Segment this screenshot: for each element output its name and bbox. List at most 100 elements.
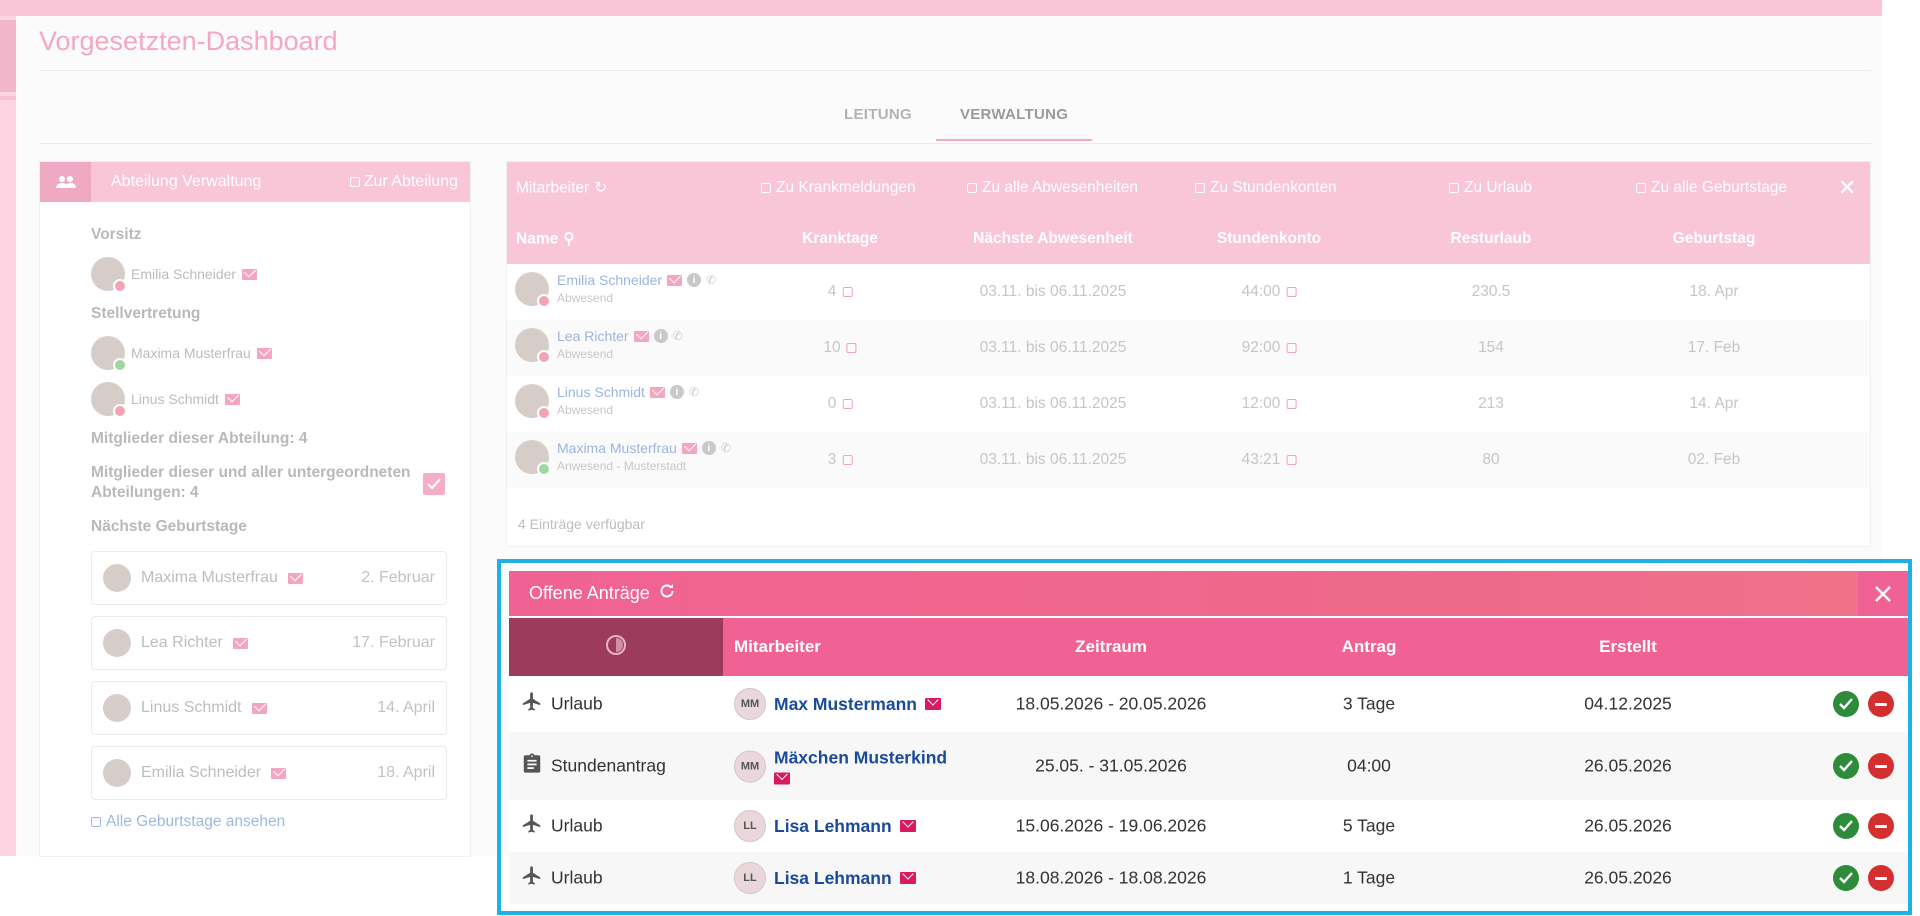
phone-icon[interactable]: ✆ bbox=[689, 385, 699, 399]
employee-status: Abwesend bbox=[557, 403, 614, 417]
avatar bbox=[515, 328, 551, 364]
external-link-icon[interactable] bbox=[1286, 455, 1297, 465]
tab-verwaltung[interactable]: VERWALTUNG bbox=[935, 100, 1093, 141]
phone-icon[interactable]: ✆ bbox=[721, 441, 731, 455]
mail-icon[interactable] bbox=[667, 274, 683, 286]
avatar bbox=[103, 564, 131, 592]
employee-name[interactable]: Maxima Musterfrau bbox=[557, 440, 677, 456]
to-vacation-link[interactable]: Zu Urlaub bbox=[1449, 179, 1532, 197]
request-row[interactable]: Urlaub MM Max Mustermann 18.05.2026 - 20… bbox=[509, 676, 1908, 732]
request-row[interactable]: Stundenantrag MM Mäxchen Musterkind 25.0… bbox=[509, 732, 1908, 800]
birthday-column-header[interactable]: Geburtstag bbox=[1673, 230, 1756, 248]
mail-icon[interactable] bbox=[633, 330, 649, 342]
nav-item[interactable] bbox=[0, 20, 16, 92]
employee-column-header[interactable]: Mitarbeiter bbox=[734, 637, 821, 657]
external-link-icon[interactable] bbox=[842, 399, 853, 409]
staff-panel: Mitarbeiter ↻ Zu Krankmeldungen Zu alle A… bbox=[506, 161, 1871, 547]
mail-icon[interactable] bbox=[251, 702, 267, 714]
external-link-icon bbox=[761, 183, 771, 193]
sick-days-column-header[interactable]: Kranktage bbox=[802, 230, 878, 248]
to-birthdays-link[interactable]: Zu alle Geburtstage bbox=[1636, 179, 1787, 197]
mail-icon[interactable] bbox=[256, 347, 272, 359]
approve-button[interactable] bbox=[1833, 813, 1859, 839]
to-hours-link[interactable]: Zu Stundenkonten bbox=[1195, 179, 1337, 197]
approve-button[interactable] bbox=[1833, 691, 1859, 717]
approve-button[interactable] bbox=[1833, 753, 1859, 779]
request-row[interactable]: Urlaub LL Lisa Lehmann 15.06.2026 - 19.0… bbox=[509, 800, 1908, 852]
request-created: 26.05.2026 bbox=[1584, 815, 1672, 836]
remaining-vacation: 80 bbox=[1482, 451, 1500, 468]
mail-icon[interactable] bbox=[287, 572, 303, 584]
employee-name[interactable]: Max Mustermann bbox=[774, 694, 917, 715]
chair-person: Emilia Schneider bbox=[91, 257, 258, 293]
open-requests-panel: Offene Anträge Mitarbeiter Zeitraum Antr… bbox=[509, 571, 1908, 910]
employee-name[interactable]: Lisa Lehmann bbox=[774, 868, 892, 889]
mail-icon[interactable] bbox=[899, 872, 916, 884]
close-icon[interactable] bbox=[1858, 571, 1908, 616]
avatar bbox=[515, 440, 551, 476]
mail-icon[interactable] bbox=[232, 637, 248, 649]
employee-name[interactable]: Mäxchen Musterkind bbox=[774, 748, 947, 769]
employee-name[interactable]: Lisa Lehmann bbox=[774, 816, 892, 837]
reject-button[interactable] bbox=[1868, 865, 1894, 891]
hours-column-header[interactable]: Stundenkonto bbox=[1217, 230, 1321, 248]
mail-icon[interactable] bbox=[681, 442, 697, 454]
request-row[interactable]: Urlaub LL Lisa Lehmann 18.08.2026 - 18.0… bbox=[509, 852, 1908, 904]
next-absence: 03.11. bis 06.11.2025 bbox=[979, 339, 1127, 356]
request-period: 18.08.2026 - 18.08.2026 bbox=[1015, 867, 1207, 888]
employee-status: Abwesend bbox=[557, 291, 614, 305]
request-column-header[interactable]: Antrag bbox=[1342, 637, 1397, 657]
info-icon[interactable]: i bbox=[669, 385, 684, 399]
remaining-column-header[interactable]: Resturlaub bbox=[1451, 230, 1532, 248]
period-column-header[interactable]: Zeitraum bbox=[1075, 637, 1147, 657]
to-sick-link[interactable]: Zu Krankmeldungen bbox=[761, 179, 916, 197]
phone-icon[interactable]: ✆ bbox=[706, 273, 716, 287]
mail-icon[interactable] bbox=[899, 820, 916, 832]
request-amount: 5 Tage bbox=[1342, 815, 1396, 836]
employee-name[interactable]: Emilia Schneider bbox=[557, 272, 662, 288]
mail-icon[interactable] bbox=[774, 772, 790, 785]
info-icon[interactable]: i bbox=[653, 329, 668, 343]
close-icon[interactable]: ✕ bbox=[1838, 175, 1856, 201]
employees-heading[interactable]: Mitarbeiter ↻ bbox=[516, 179, 607, 198]
employee-name[interactable]: Lea Richter bbox=[557, 328, 629, 344]
tab-leitung[interactable]: LEITUNG bbox=[820, 100, 936, 141]
external-link-icon[interactable] bbox=[842, 287, 853, 297]
to-department-link[interactable]: Zur Abteilung bbox=[349, 173, 458, 191]
birthday-date: 18. April bbox=[377, 764, 435, 781]
refresh-icon[interactable] bbox=[658, 582, 676, 605]
request-created: 26.05.2026 bbox=[1584, 755, 1672, 776]
reject-button[interactable] bbox=[1868, 813, 1894, 839]
subdepartments-checkbox[interactable] bbox=[423, 473, 445, 495]
mail-icon[interactable] bbox=[242, 268, 258, 280]
info-icon[interactable]: i bbox=[687, 273, 702, 287]
avatar: LL bbox=[734, 862, 766, 894]
created-column-header[interactable]: Erstellt bbox=[1599, 637, 1657, 657]
mail-icon[interactable] bbox=[649, 386, 665, 398]
request-type: Stundenantrag bbox=[551, 755, 666, 776]
all-birthdays-link[interactable]: Alle Geburtstage ansehen bbox=[91, 813, 285, 831]
department-header: Abteilung Verwaltung Zur Abteilung bbox=[40, 162, 470, 202]
phone-icon[interactable]: ✆ bbox=[673, 329, 683, 343]
external-link-icon[interactable] bbox=[842, 455, 853, 465]
external-link-icon[interactable] bbox=[846, 343, 857, 353]
mail-icon[interactable] bbox=[224, 393, 240, 405]
mail-icon[interactable] bbox=[924, 698, 941, 710]
type-filter-button[interactable] bbox=[509, 618, 723, 676]
to-absences-link[interactable]: Zu alle Abwesenheiten bbox=[967, 179, 1138, 197]
info-icon[interactable]: i bbox=[701, 441, 716, 455]
mail-icon[interactable] bbox=[271, 767, 287, 779]
employee-name[interactable]: Linus Schmidt bbox=[557, 384, 645, 400]
external-link-icon[interactable] bbox=[1286, 287, 1297, 297]
reject-button[interactable] bbox=[1868, 753, 1894, 779]
next-absence-column-header[interactable]: Nächste Abwesenheit bbox=[973, 230, 1133, 248]
external-link-icon[interactable] bbox=[1286, 399, 1297, 409]
avatar bbox=[91, 382, 127, 418]
avatar bbox=[91, 257, 127, 293]
approve-button[interactable] bbox=[1833, 865, 1859, 891]
name-column-header[interactable]: Name ⚲ bbox=[516, 230, 575, 249]
reject-button[interactable] bbox=[1868, 691, 1894, 717]
external-link-icon[interactable] bbox=[1286, 343, 1297, 353]
external-link-icon bbox=[967, 183, 977, 193]
birthday-name: Lea Richter bbox=[141, 634, 223, 651]
